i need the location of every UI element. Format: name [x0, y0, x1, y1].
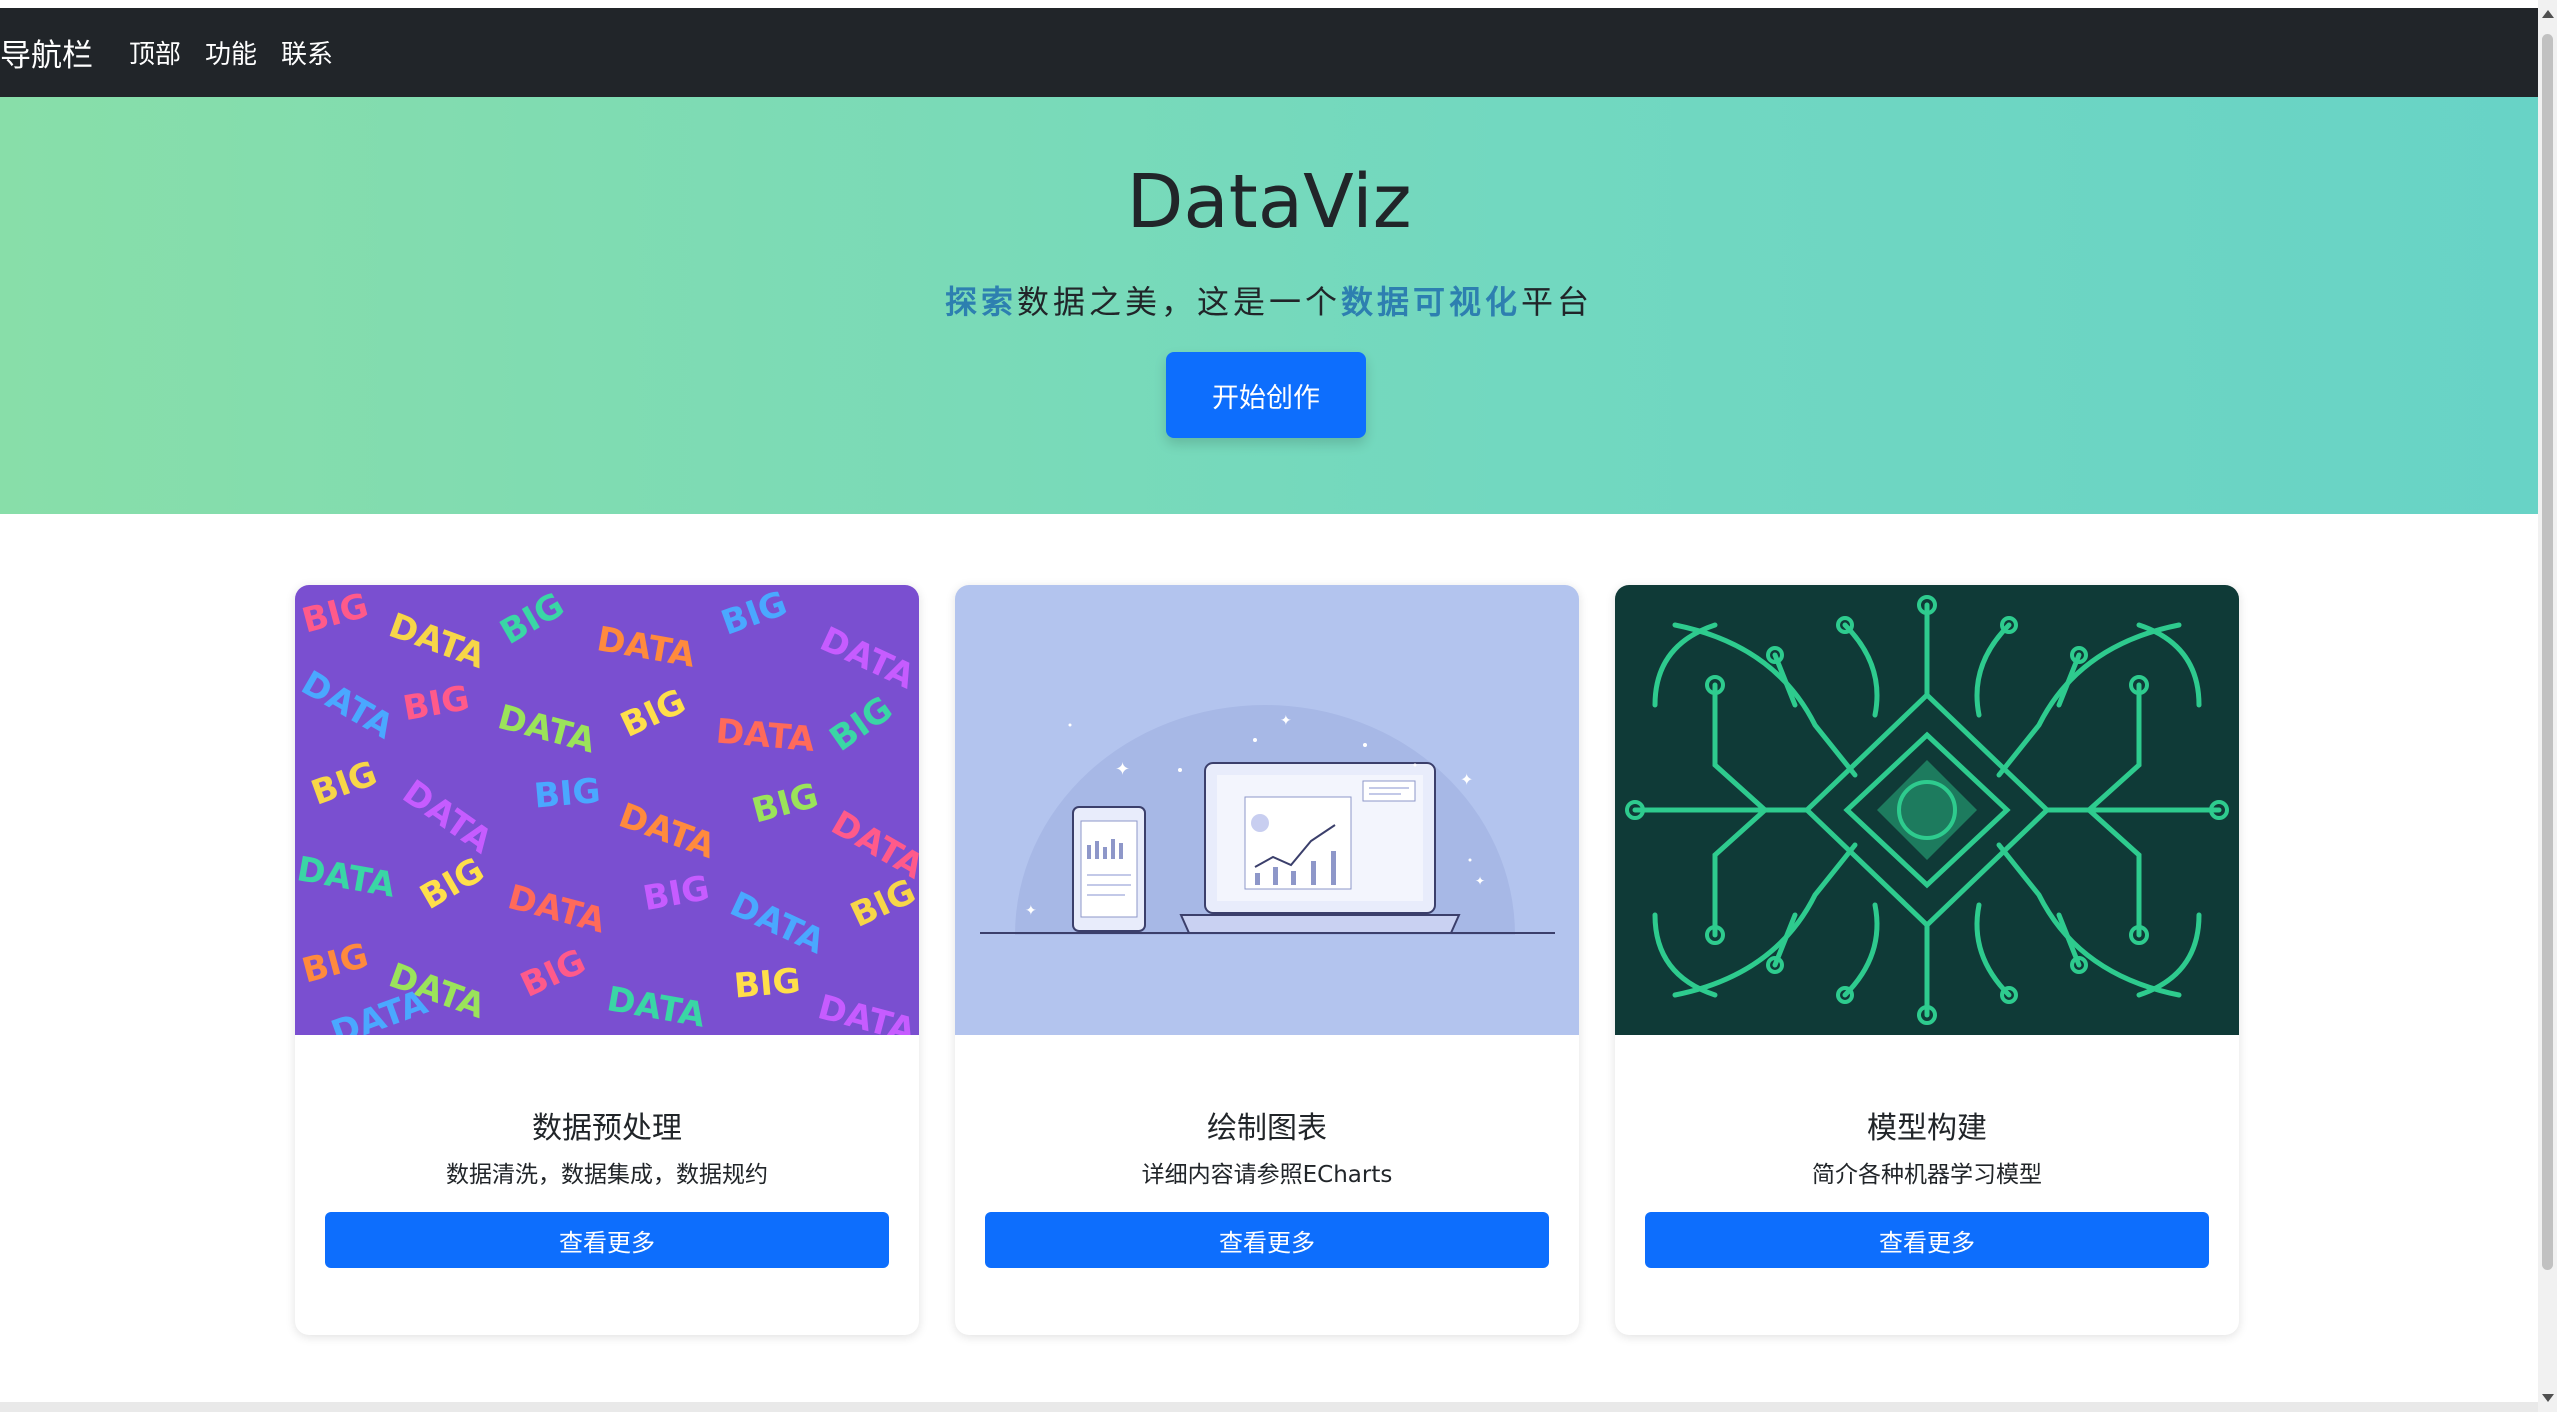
svg-text:BIG: BIG — [532, 771, 602, 817]
scroll-down-arrow-icon[interactable] — [2542, 1394, 2554, 1402]
hero-subtitle-highlight-dataviz: 数据可视化 — [1341, 283, 1522, 321]
nav-link-features[interactable]: 功能 — [205, 34, 257, 71]
nav-link-top[interactable]: 顶部 — [129, 34, 181, 71]
navbar-brand[interactable]: 导航栏 — [0, 30, 93, 75]
hero-subtitle-text-2: 平台 — [1521, 283, 1594, 321]
card-draw-charts: ✦ ✦ ✦ ✦ ✦ 绘制图表 详细内容请参照ECharts 查看更多 — [955, 585, 1579, 1335]
svg-text:BIG: BIG — [732, 961, 802, 1007]
svg-text:✦: ✦ — [1025, 903, 1037, 919]
hero-title: DataViz — [1126, 159, 1412, 245]
card-title: 数据预处理 — [532, 1111, 682, 1146]
big-data-words-image: BIG DATA BIG DATA BIG DATA DATA BIG DATA… — [295, 585, 919, 1035]
card-model-building: 模型构建 简介各种机器学习模型 查看更多 — [1615, 585, 2239, 1335]
view-more-button[interactable]: 查看更多 — [1645, 1212, 2209, 1268]
laptop-chart-illustration: ✦ ✦ ✦ ✦ ✦ — [955, 585, 1579, 1035]
view-more-button[interactable]: 查看更多 — [985, 1212, 1549, 1268]
vertical-scrollbar[interactable] — [2538, 0, 2557, 1412]
scroll-thumb[interactable] — [2542, 34, 2553, 1270]
svg-text:✦: ✦ — [1115, 759, 1130, 780]
bottom-border — [0, 1402, 2538, 1412]
hero-section: DataViz 探索数据之美，这是一个数据可视化平台 开始创作 — [0, 97, 2538, 514]
card-text: 简介各种机器学习模型 — [1812, 1162, 2042, 1188]
card-title: 模型构建 — [1867, 1111, 1987, 1146]
start-creating-button[interactable]: 开始创作 — [1166, 352, 1366, 438]
circuit-pattern-image — [1615, 585, 2239, 1035]
nav-links: 顶部 功能 联系 — [129, 34, 357, 71]
hero-subtitle-highlight-explore: 探索 — [944, 283, 1017, 321]
svg-text:✦: ✦ — [1460, 770, 1473, 789]
nav-link-contact[interactable]: 联系 — [281, 34, 333, 71]
card-text: 数据清洗，数据集成，数据规约 — [446, 1162, 768, 1188]
navbar: 导航栏 顶部 功能 联系 — [0, 8, 2538, 97]
card-text: 详细内容请参照ECharts — [1141, 1162, 1393, 1188]
hero-subtitle-text-1: 数据之美，这是一个 — [1016, 283, 1341, 321]
view-more-button[interactable]: 查看更多 — [325, 1212, 889, 1268]
scroll-up-arrow-icon[interactable] — [2542, 10, 2554, 18]
svg-text:✦: ✦ — [1475, 874, 1485, 888]
svg-text:✦: ✦ — [1280, 713, 1292, 729]
card-title: 绘制图表 — [1207, 1111, 1327, 1146]
card-data-preprocessing: BIG DATA BIG DATA BIG DATA DATA BIG DATA… — [295, 585, 919, 1335]
hero-subtitle: 探索数据之美，这是一个数据可视化平台 — [0, 277, 2538, 323]
top-strip — [0, 0, 2538, 8]
